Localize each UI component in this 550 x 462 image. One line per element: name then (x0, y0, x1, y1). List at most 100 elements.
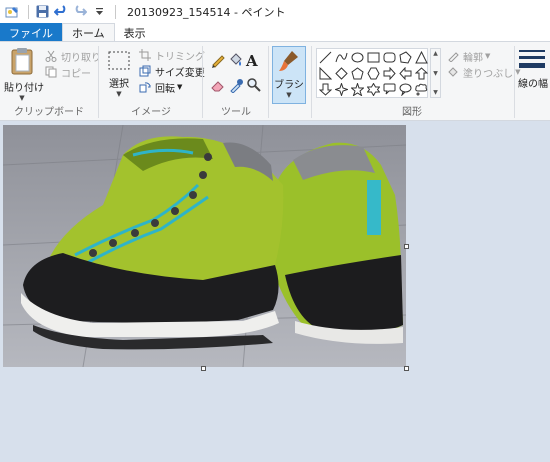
left-arrow-shape-icon[interactable] (397, 65, 413, 81)
up-arrow-shape-icon[interactable] (413, 65, 429, 81)
scissors-icon (44, 49, 58, 63)
cut-label: 切り取り (61, 52, 101, 64)
outline-label: 輪郭 (463, 52, 483, 64)
text-tool-icon[interactable]: A (246, 52, 264, 71)
shapes-gallery (316, 48, 428, 98)
rotate-button[interactable]: 回転 ▼ (138, 79, 205, 95)
rounded-callout-shape-icon[interactable] (381, 81, 397, 97)
pencil-icon[interactable] (210, 52, 228, 71)
group-divider (98, 46, 99, 118)
redo-icon[interactable] (72, 4, 88, 20)
group-divider (202, 46, 203, 118)
expand-gallery-icon[interactable]: ▼ (433, 89, 438, 96)
fill-label: 塗りつぶし (463, 68, 514, 80)
title-bar: 20130923_154514 - ペイント (0, 0, 550, 23)
eraser-icon[interactable] (210, 77, 228, 96)
cloud-callout-shape-icon[interactable] (413, 81, 429, 97)
resize-label: サイズ変更 (155, 67, 205, 79)
copy-icon (44, 65, 58, 79)
undo-icon[interactable] (53, 4, 69, 20)
four-point-star-shape-icon[interactable] (333, 81, 349, 97)
resize-handle-right[interactable] (404, 244, 409, 249)
customize-dropdown-icon[interactable] (91, 4, 107, 20)
oval-shape-icon[interactable] (349, 49, 365, 65)
scroll-down-arrow-icon[interactable]: ▼ (433, 70, 438, 77)
rotate-icon (138, 80, 152, 94)
paste-label: 貼り付け (4, 83, 44, 94)
color-picker-icon[interactable] (228, 77, 246, 96)
magnifier-icon[interactable] (246, 77, 264, 96)
ribbon: 貼り付け ▼ 切り取り コピー クリップボード 選択 ▼ トリミング サイズ変更… (0, 41, 550, 121)
paste-dropdown-caret[interactable]: ▼ (4, 94, 40, 102)
resize-handle-bottom[interactable] (201, 366, 206, 371)
copy-button[interactable]: コピー (44, 64, 101, 80)
tab-file[interactable]: ファイル (0, 23, 62, 42)
paste-button[interactable]: 貼り付け ▼ (4, 46, 44, 102)
five-point-star-shape-icon[interactable] (349, 81, 365, 97)
group-divider (268, 46, 269, 118)
right-triangle-shape-icon[interactable] (317, 65, 333, 81)
resize-icon (138, 64, 152, 78)
line-shape-icon[interactable] (317, 49, 333, 65)
brush-label: ブラシ (274, 80, 304, 91)
clipboard-group: 貼り付け ▼ 切り取り コピー クリップボード (0, 42, 101, 120)
shapes-group-label: 図形 (402, 107, 422, 118)
group-divider (514, 46, 515, 118)
window-title: 20130923_154514 - ペイント (127, 5, 286, 19)
scroll-up-arrow-icon[interactable]: ▲ (433, 50, 438, 57)
resize-handle-corner[interactable] (404, 366, 409, 371)
copy-label: コピー (61, 68, 91, 80)
line-width-icon (519, 50, 545, 68)
rotate-dropdown-caret[interactable]: ▼ (177, 83, 182, 91)
rounded-rectangle-shape-icon[interactable] (381, 49, 397, 65)
line-width-label: 線の幅 (518, 79, 548, 90)
right-arrow-shape-icon[interactable] (381, 65, 397, 81)
fill-icon (446, 65, 460, 79)
canvas-workspace[interactable] (0, 121, 550, 462)
cut-button[interactable]: 切り取り (44, 48, 101, 64)
tab-home[interactable]: ホーム (62, 23, 115, 42)
brush-button[interactable]: ブラシ ▼ (272, 46, 306, 104)
hexagon-shape-icon[interactable] (365, 65, 381, 81)
selection-rectangle-icon (108, 51, 130, 70)
outline-button[interactable]: 輪郭 ▼ (446, 48, 521, 64)
save-icon[interactable] (34, 4, 50, 20)
diamond-shape-icon[interactable] (333, 65, 349, 81)
crop-icon (138, 48, 152, 62)
select-button[interactable]: 選択 ▼ (104, 50, 134, 98)
down-arrow-shape-icon[interactable] (317, 81, 333, 97)
brush-dropdown-caret[interactable]: ▼ (273, 91, 305, 99)
shapes-scrollbar[interactable]: ▲ ▼ ▼ (430, 48, 441, 98)
image-canvas[interactable] (3, 125, 406, 367)
rotate-label: 回転 (155, 83, 175, 95)
line-width-button[interactable]: 線の幅 (518, 48, 550, 90)
hiking-boots-photo (3, 125, 406, 367)
ribbon-tabs: ファイル ホーム 表示 (0, 23, 550, 42)
image-group: 選択 ▼ トリミング サイズ変更 回転 ▼ イメージ (100, 42, 205, 120)
resize-button[interactable]: サイズ変更 (138, 63, 205, 79)
select-dropdown-caret[interactable]: ▼ (104, 90, 134, 98)
six-point-star-shape-icon[interactable] (365, 81, 381, 97)
brush-icon (279, 51, 298, 71)
paste-icon (11, 48, 33, 75)
outline-icon (446, 49, 460, 63)
paint-app-icon[interactable] (4, 4, 20, 20)
rectangle-shape-icon[interactable] (365, 49, 381, 65)
crop-button[interactable]: トリミング (138, 47, 205, 63)
title-separator (115, 4, 116, 19)
fill-button[interactable]: 塗りつぶし ▼ (446, 64, 521, 80)
oval-callout-shape-icon[interactable] (397, 81, 413, 97)
select-label: 選択 (109, 79, 129, 90)
pentagon-shape-icon[interactable] (349, 65, 365, 81)
outline-dropdown-caret[interactable]: ▼ (485, 52, 490, 60)
tools-group-label: ツール (221, 107, 251, 118)
triangle-shape-icon[interactable] (413, 49, 429, 65)
tab-view[interactable]: 表示 (115, 23, 155, 42)
tools-group: A ツール (204, 42, 268, 120)
polygon-shape-icon[interactable] (397, 49, 413, 65)
curve-shape-icon[interactable] (333, 49, 349, 65)
quick-access-separator (28, 4, 29, 19)
fill-bucket-icon[interactable] (228, 52, 246, 71)
crop-label: トリミング (155, 51, 205, 63)
clipboard-group-label: クリップボード (14, 107, 84, 118)
